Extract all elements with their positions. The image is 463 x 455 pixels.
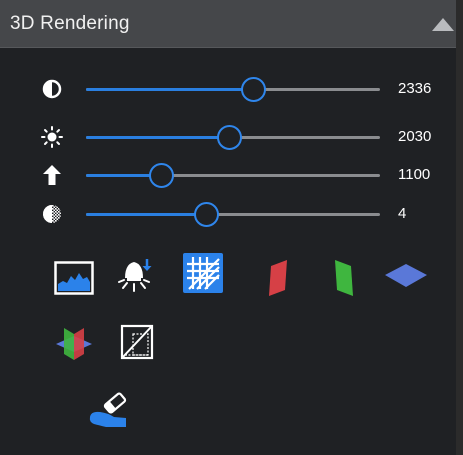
grid-hatch-icon (185, 255, 221, 291)
brightness-slider-fill (86, 136, 231, 139)
threshold-slider-row: 1100 (0, 163, 456, 188)
contrast-slider-fill (86, 88, 254, 91)
three-planes-button[interactable] (54, 324, 94, 364)
blue-plane-button[interactable] (383, 256, 429, 296)
bounding-box-icon (119, 322, 157, 362)
brightness-slider-thumb[interactable] (217, 125, 243, 150)
bounding-box-button[interactable] (118, 322, 158, 362)
sun-icon (40, 125, 64, 149)
green-plane-icon (331, 258, 357, 298)
caret-up-icon[interactable] (432, 17, 454, 31)
opacity-slider-row: 4 (0, 202, 456, 227)
brightness-slider-row: 2030 (0, 125, 456, 150)
red-plane-button[interactable] (258, 258, 298, 298)
red-plane-icon (265, 258, 291, 298)
threshold-slider[interactable] (86, 163, 380, 188)
contrast-slider-thumb[interactable] (240, 77, 266, 102)
opacity-slider[interactable] (86, 202, 380, 227)
arrow-up-icon (40, 163, 64, 187)
brightness-value: 2030 (398, 128, 432, 145)
light-source-button[interactable] (114, 256, 154, 296)
panel-header: 3D Rendering (0, 0, 456, 48)
grid-hatch-button[interactable] (183, 253, 223, 293)
threshold-slider-thumb[interactable] (149, 163, 175, 188)
contrast-icon (40, 77, 64, 101)
landscape-image-icon (54, 261, 94, 295)
rendering-panel: 3D Rendering 2336 2030 1100 4 (0, 0, 463, 455)
blue-plane-icon (383, 261, 429, 291)
opacity-slider-thumb[interactable] (193, 202, 219, 227)
eraser-button[interactable] (88, 390, 128, 430)
green-plane-button[interactable] (324, 258, 364, 298)
opacity-slider-fill (86, 213, 207, 216)
brightness-slider[interactable] (86, 125, 380, 150)
panel-title: 3D Rendering (10, 13, 130, 34)
three-planes-icon (54, 324, 94, 364)
landscape-image-button[interactable] (54, 258, 94, 298)
threshold-value: 1100 (398, 166, 431, 183)
dithered-circle-icon (40, 202, 64, 226)
light-source-icon (114, 256, 154, 296)
contrast-value: 2336 (398, 80, 432, 97)
opacity-value: 4 (398, 205, 407, 222)
contrast-slider[interactable] (86, 77, 380, 102)
eraser-icon (88, 391, 128, 429)
contrast-slider-row: 2336 (0, 77, 456, 102)
